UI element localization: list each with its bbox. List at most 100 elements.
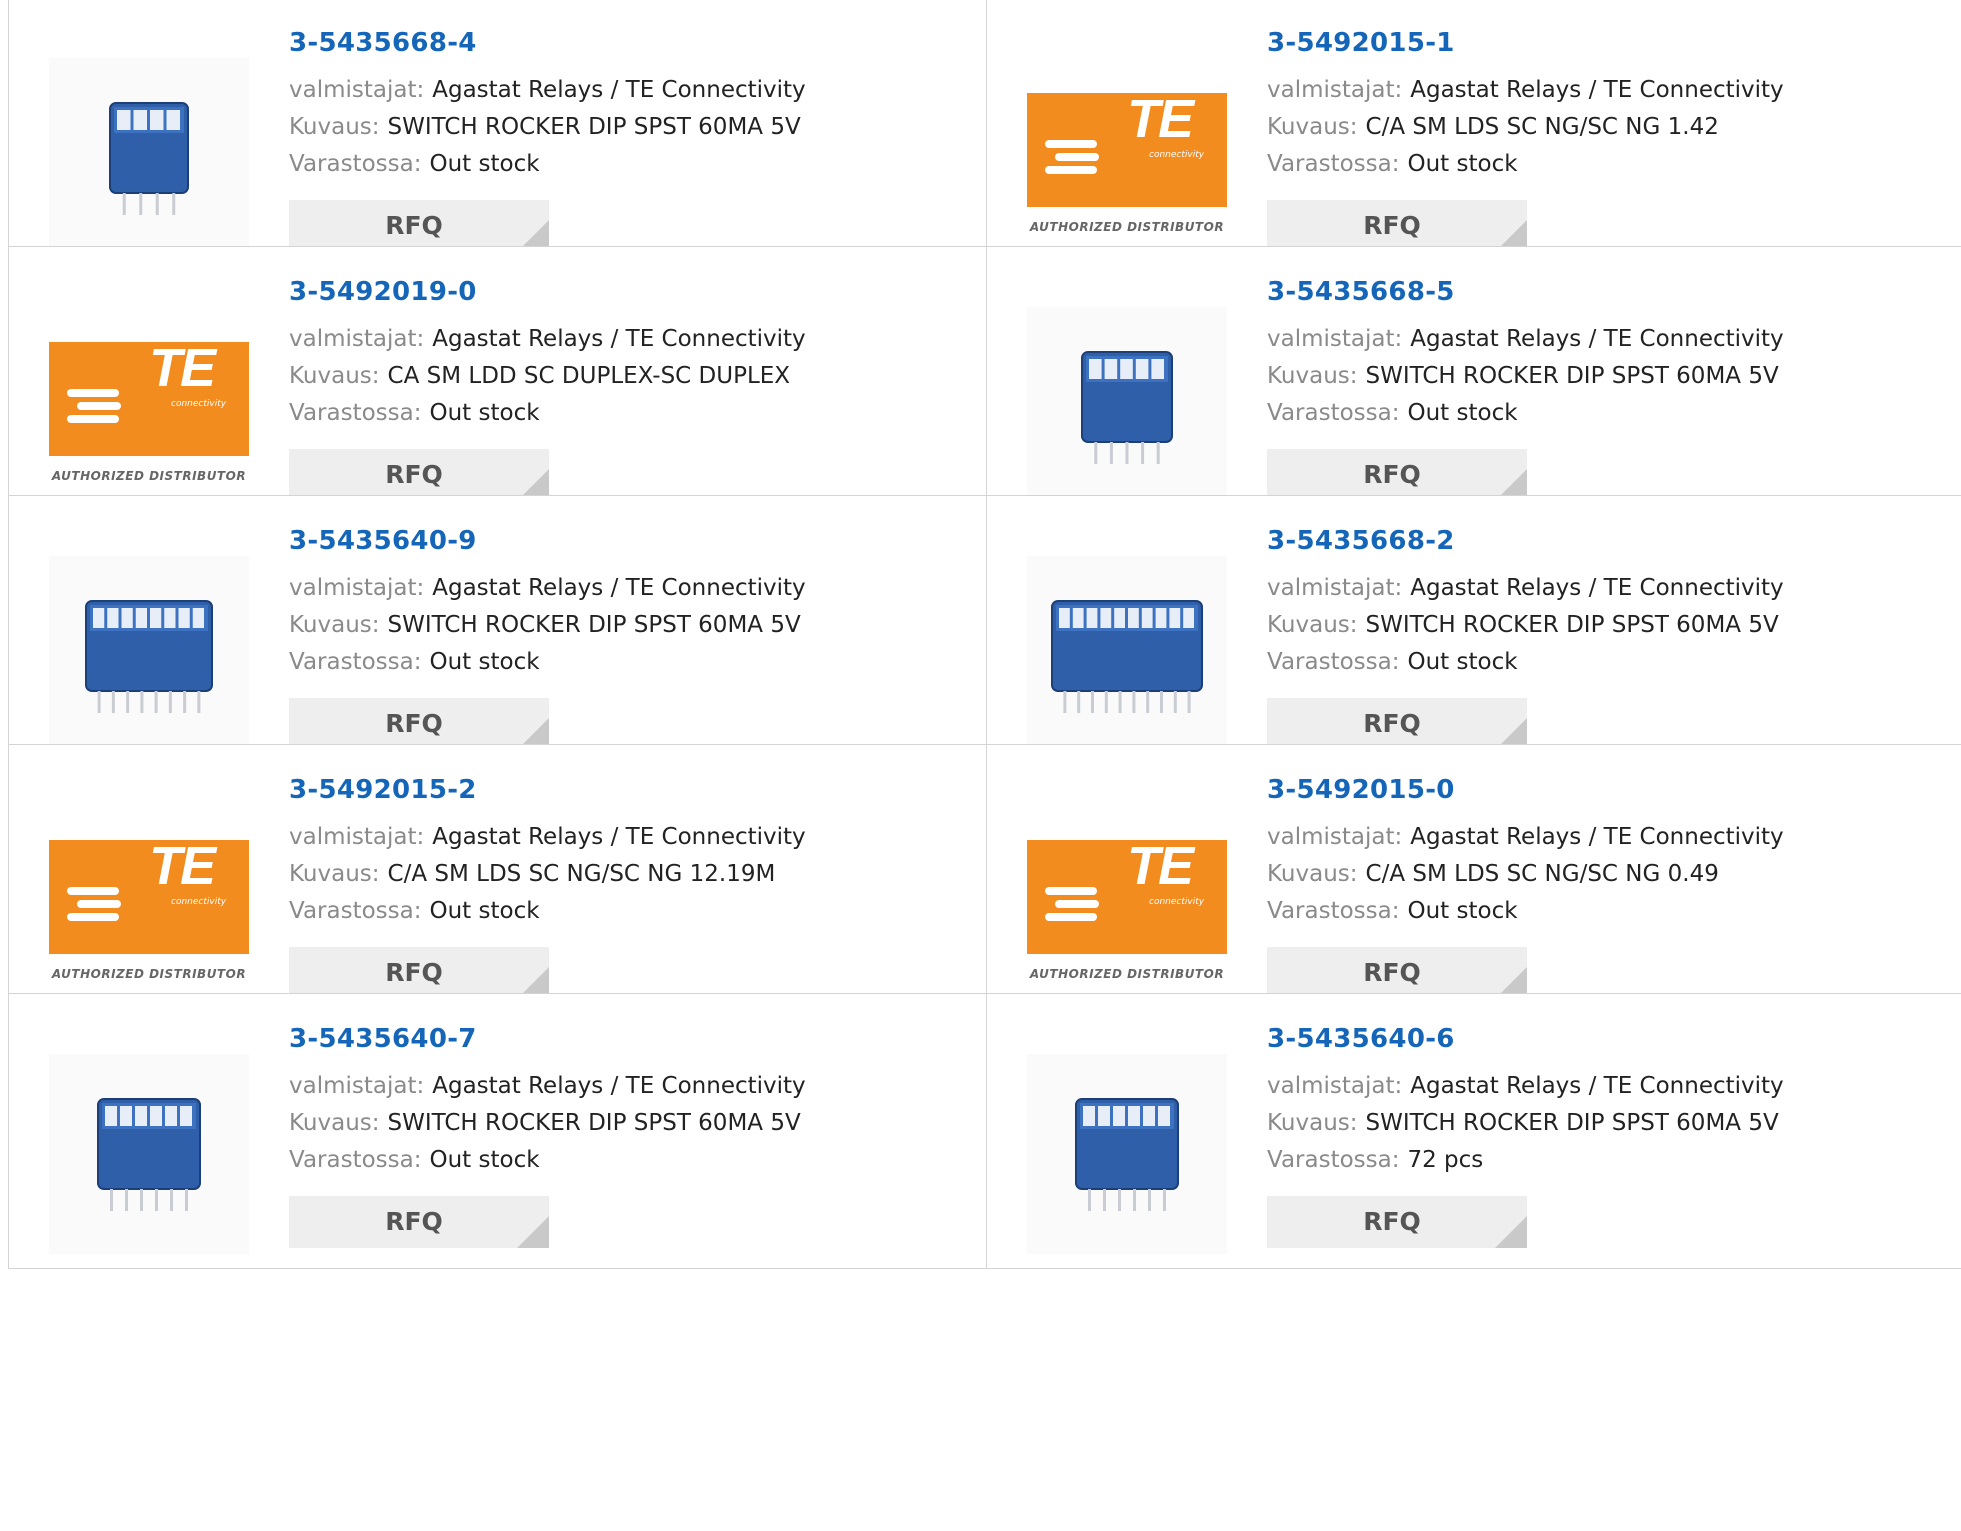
stock-label: Varastossa: [1267, 649, 1400, 675]
part-number-link[interactable]: 3-5435640-6 [1267, 1024, 1961, 1054]
description-value: CA SM LDD SC DUPLEX-SC DUPLEX [387, 363, 791, 389]
manufacturer-label: valmistajat: [289, 824, 425, 850]
product-card: TE connectivity AUTHORIZED DISTRIBUTOR 3-5… [8, 246, 988, 522]
product-card: 3-5435668-4 valmistajat: Agastat Relays /… [8, 0, 988, 273]
description-label: Kuvaus: [1267, 861, 1358, 887]
description-row: Kuvaus: SWITCH ROCKER DIP SPST 60MA 5V [289, 607, 977, 644]
manufacturer-label: valmistajat: [1267, 326, 1403, 352]
rfq-label: RFQ [1363, 958, 1421, 987]
description-value: C/A SM LDS SC NG/SC NG 1.42 [1365, 114, 1719, 140]
product-image[interactable]: TE connectivity AUTHORIZED DISTRIBUTOR [1027, 58, 1227, 258]
part-number-link[interactable]: 3-5492019-0 [289, 277, 977, 307]
rfq-button[interactable]: RFQ [1267, 1196, 1527, 1248]
description-value: C/A SM LDS SC NG/SC NG 12.19M [387, 861, 776, 887]
manufacturer-row: valmistajat: Agastat Relays / TE Connecti… [289, 321, 977, 358]
rfq-label: RFQ [1363, 1207, 1421, 1236]
manufacturer-row: valmistajat: Agastat Relays / TE Connecti… [1267, 819, 1961, 856]
stock-label: Varastossa: [1267, 151, 1400, 177]
manufacturer-row: valmistajat: Agastat Relays / TE Connecti… [1267, 570, 1961, 607]
manufacturer-row: valmistajat: Agastat Relays / TE Connecti… [289, 72, 977, 109]
stock-label: Varastossa: [289, 649, 422, 675]
stock-value: Out stock [429, 898, 540, 924]
te-logo-subtext: connectivity [1149, 897, 1205, 907]
product-image[interactable] [49, 58, 249, 258]
product-image[interactable] [49, 1054, 249, 1254]
manufacturer-value: Agastat Relays / TE Connectivity [432, 326, 806, 352]
te-connectivity-logo: TE connectivity AUTHORIZED DISTRIBUTOR [49, 805, 249, 1005]
manufacturer-value: Agastat Relays / TE Connectivity [1410, 326, 1784, 352]
rfq-button[interactable]: RFQ [1267, 449, 1527, 501]
stock-value: Out stock [1407, 400, 1518, 426]
description-label: Kuvaus: [289, 1110, 380, 1136]
authorized-distributor-text: AUTHORIZED DISTRIBUTOR [1029, 967, 1225, 981]
rfq-label: RFQ [1363, 460, 1421, 489]
description-value: SWITCH ROCKER DIP SPST 60MA 5V [387, 612, 801, 638]
stock-row: Varastossa: Out stock [1267, 395, 1961, 432]
manufacturer-row: valmistajat: Agastat Relays / TE Connecti… [289, 1068, 977, 1105]
te-connectivity-logo: TE connectivity AUTHORIZED DISTRIBUTOR [1027, 58, 1227, 258]
rfq-button[interactable]: RFQ [1267, 200, 1527, 252]
rfq-label: RFQ [385, 1207, 443, 1236]
part-number-link[interactable]: 3-5492015-0 [1267, 775, 1961, 805]
part-number-link[interactable]: 3-5435640-7 [289, 1024, 977, 1054]
manufacturer-label: valmistajat: [289, 1073, 425, 1099]
product-image[interactable]: TE connectivity AUTHORIZED DISTRIBUTOR [49, 307, 249, 507]
rfq-button[interactable]: RFQ [289, 947, 549, 999]
te-connectivity-logo: TE connectivity AUTHORIZED DISTRIBUTOR [1027, 805, 1227, 1005]
stock-value: Out stock [429, 400, 540, 426]
description-label: Kuvaus: [289, 114, 380, 140]
description-row: Kuvaus: SWITCH ROCKER DIP SPST 60MA 5V [1267, 1105, 1961, 1142]
dip-switch-photo [49, 58, 249, 258]
stock-row: Varastossa: Out stock [289, 644, 977, 681]
part-number-link[interactable]: 3-5492015-2 [289, 775, 977, 805]
product-image[interactable]: TE connectivity AUTHORIZED DISTRIBUTOR [49, 805, 249, 1005]
part-number-link[interactable]: 3-5435668-2 [1267, 526, 1961, 556]
stock-row: Varastossa: Out stock [1267, 146, 1961, 183]
stock-row: Varastossa: Out stock [289, 395, 977, 432]
description-value: SWITCH ROCKER DIP SPST 60MA 5V [387, 1110, 801, 1136]
product-card: 3-5435668-5 valmistajat: Agastat Relays /… [986, 246, 1961, 522]
part-number-link[interactable]: 3-5435668-5 [1267, 277, 1961, 307]
stock-label: Varastossa: [289, 151, 422, 177]
product-image[interactable] [1027, 1054, 1227, 1254]
product-info: 3-5492015-0 valmistajat: Agastat Relays /… [1267, 775, 1961, 930]
stock-row: Varastossa: Out stock [1267, 893, 1961, 930]
stock-label: Varastossa: [289, 898, 422, 924]
part-number-link[interactable]: 3-5492015-1 [1267, 28, 1961, 58]
part-number-link[interactable]: 3-5435668-4 [289, 28, 977, 58]
stock-value: Out stock [429, 1147, 540, 1173]
corner-fold-icon [1495, 1216, 1527, 1248]
product-card: TE connectivity AUTHORIZED DISTRIBUTOR 3-5… [986, 744, 1961, 1020]
product-card: 3-5435640-9 valmistajat: Agastat Relays /… [8, 495, 988, 771]
description-row: Kuvaus: SWITCH ROCKER DIP SPST 60MA 5V [289, 1105, 977, 1142]
rfq-button[interactable]: RFQ [289, 1196, 549, 1248]
stock-value: Out stock [1407, 898, 1518, 924]
te-logo-subtext: connectivity [1149, 150, 1205, 160]
description-value: C/A SM LDS SC NG/SC NG 0.49 [1365, 861, 1719, 887]
part-number-link[interactable]: 3-5435640-9 [289, 526, 977, 556]
authorized-distributor-text: AUTHORIZED DISTRIBUTOR [51, 967, 247, 981]
product-card: TE connectivity AUTHORIZED DISTRIBUTOR 3-5… [986, 0, 1961, 273]
description-label: Kuvaus: [1267, 114, 1358, 140]
te-logo-text: TE [149, 338, 216, 398]
rfq-button[interactable]: RFQ [289, 449, 549, 501]
manufacturer-label: valmistajat: [1267, 77, 1403, 103]
manufacturer-value: Agastat Relays / TE Connectivity [432, 824, 806, 850]
rfq-button[interactable]: RFQ [1267, 947, 1527, 999]
product-info: 3-5492015-1 valmistajat: Agastat Relays /… [1267, 28, 1961, 183]
rfq-button[interactable]: RFQ [1267, 698, 1527, 750]
te-logo-text: TE [1127, 89, 1194, 149]
manufacturer-value: Agastat Relays / TE Connectivity [1410, 1073, 1784, 1099]
te-logo-subtext: connectivity [171, 399, 227, 409]
stock-value: Out stock [429, 649, 540, 675]
rfq-button[interactable]: RFQ [289, 698, 549, 750]
manufacturer-row: valmistajat: Agastat Relays / TE Connecti… [1267, 1068, 1961, 1105]
product-image[interactable] [1027, 307, 1227, 507]
rfq-button[interactable]: RFQ [289, 200, 549, 252]
description-label: Kuvaus: [1267, 612, 1358, 638]
dip-switch-photo [49, 556, 249, 756]
product-image[interactable]: TE connectivity AUTHORIZED DISTRIBUTOR [1027, 805, 1227, 1005]
product-image[interactable] [49, 556, 249, 756]
product-image[interactable] [1027, 556, 1227, 756]
description-label: Kuvaus: [1267, 363, 1358, 389]
